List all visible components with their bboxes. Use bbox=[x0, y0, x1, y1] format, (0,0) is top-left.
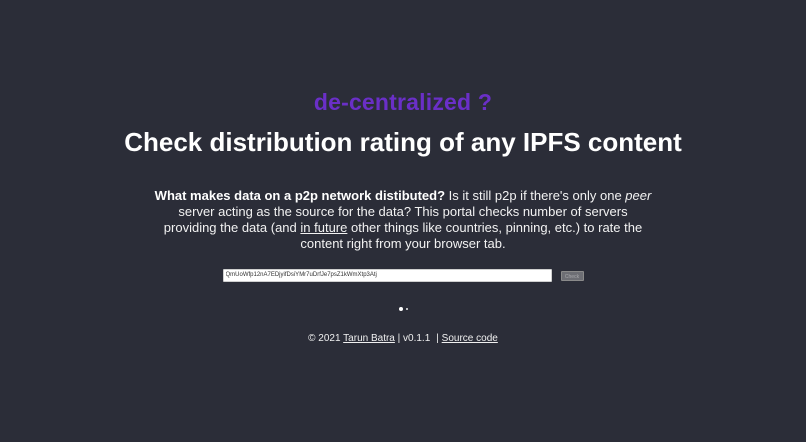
footer: © 2021 Tarun Batra | v0.1.1 | Source code bbox=[308, 333, 498, 345]
version-text: | v0.1.1 bbox=[397, 333, 431, 344]
loading-indicator bbox=[398, 306, 408, 312]
cid-check-form: Check bbox=[222, 269, 584, 282]
footer-divider: | bbox=[436, 333, 439, 344]
in-future-link[interactable]: in future bbox=[300, 220, 347, 235]
description-text-3: other things like countries, pinning, et… bbox=[300, 220, 643, 251]
author-link[interactable]: Tarun Batra bbox=[343, 333, 395, 344]
loading-dot-icon bbox=[398, 307, 403, 311]
loading-dot-icon bbox=[405, 308, 408, 310]
description-text-1: Is it still p2p if there's only one bbox=[445, 188, 626, 203]
check-button[interactable]: Check bbox=[560, 270, 584, 281]
page: de-centralized ? Check distribution rati… bbox=[0, 0, 806, 442]
cid-input[interactable] bbox=[222, 269, 552, 282]
description-paragraph: What makes data on a p2p network distibu… bbox=[153, 188, 653, 252]
copyright-text: © 2021 bbox=[308, 333, 341, 344]
description-peer-word: peer bbox=[625, 188, 652, 203]
brand-title: de-centralized ? bbox=[313, 89, 493, 115]
description-lead: What makes data on a p2p network distibu… bbox=[154, 188, 446, 203]
source-code-link[interactable]: Source code bbox=[442, 333, 498, 344]
page-headline: Check distribution rating of any IPFS co… bbox=[124, 127, 682, 157]
